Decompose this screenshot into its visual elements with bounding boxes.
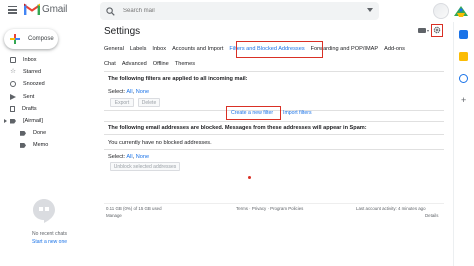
blocked-heading: The following email addresses are blocke… [108, 125, 367, 131]
select-none-link[interactable]: None [136, 154, 149, 160]
top-bar: Gmail [0, 0, 474, 22]
compose-label: Compose [28, 36, 54, 42]
import-filters-link[interactable]: Import filters [283, 110, 312, 116]
select-all-link[interactable]: All [126, 89, 132, 95]
tab-labels[interactable]: Labels [130, 46, 146, 52]
sidebar-item-inbox[interactable]: Inbox [0, 54, 95, 66]
label-icon [10, 118, 16, 124]
compose-plus-icon [10, 34, 20, 44]
loading-dot [248, 176, 251, 179]
sidebar-item-label: Sent [23, 93, 35, 100]
tab-chat[interactable]: Chat [104, 61, 116, 67]
gmail-m-icon [24, 3, 40, 15]
main-menu-icon[interactable] [8, 6, 17, 14]
manage-storage-link[interactable]: Manage [106, 213, 122, 218]
sidebar-item-label: Starred [23, 69, 42, 76]
select-none-link[interactable]: None [136, 89, 149, 95]
tab-accounts-import[interactable]: Accounts and Import [172, 46, 223, 52]
add-addon-icon[interactable]: + [461, 96, 466, 105]
label-icon [20, 130, 26, 136]
gmail-logo[interactable]: Gmail [24, 3, 67, 15]
account-avatar[interactable] [433, 3, 449, 19]
hangouts-icon [33, 199, 55, 223]
filters-select-row: Select: All, None [108, 89, 150, 95]
select-label: Select: [108, 89, 126, 95]
star-icon: ☆ [10, 68, 16, 76]
create-filter-link[interactable]: Create a new filter [231, 110, 273, 116]
storage-usage: 0.11 GB (0%) of 15 GB used [106, 206, 162, 211]
app-name: Gmail [42, 3, 68, 15]
label-icon [20, 142, 26, 148]
sidebar-item-sent[interactable]: Sent [0, 91, 95, 103]
keep-icon[interactable] [459, 52, 468, 61]
page-title: Settings [104, 26, 141, 37]
chevron-down-icon[interactable] [427, 30, 429, 32]
clock-icon [10, 81, 16, 88]
blocked-select-row: Select: All, None [108, 154, 150, 160]
start-new-chat-link[interactable]: Start a new one [32, 239, 67, 245]
gear-icon[interactable] [433, 26, 441, 34]
tab-advanced[interactable]: Advanced [122, 61, 147, 67]
search-icon[interactable] [106, 6, 115, 16]
send-icon [10, 93, 16, 100]
footer-links[interactable]: Terms · Privacy · Program Policies [236, 206, 303, 211]
delete-button[interactable]: Delete [138, 98, 160, 107]
unblock-button[interactable]: Unblock selected addresses [110, 162, 180, 171]
draft-icon [10, 105, 15, 112]
select-label: Select: [108, 154, 126, 160]
export-button[interactable]: Export [110, 98, 134, 107]
sidebar-item-drafts[interactable]: Drafts [0, 103, 95, 115]
sidebar-item-done[interactable]: Done [0, 127, 95, 139]
tab-inbox[interactable]: Inbox [152, 46, 166, 52]
sidebar-item-memo[interactable]: Memo [0, 139, 95, 151]
sidebar-item-starred[interactable]: ☆ Starred [0, 66, 95, 78]
inbox-icon [10, 57, 16, 64]
divider [104, 149, 444, 150]
sidebar-item-label: [Airmail] [23, 118, 43, 125]
divider [104, 121, 444, 122]
side-panel-divider [453, 22, 454, 266]
sidebar-item-airmail[interactable]: [Airmail] [0, 115, 95, 127]
tab-offline[interactable]: Offline [153, 61, 169, 67]
keyboard-icon[interactable] [418, 28, 426, 33]
no-blocked-text: You currently have no blocked addresses. [108, 140, 212, 146]
filters-heading: The following filters are applied to all… [108, 76, 248, 82]
expand-caret-icon[interactable] [4, 118, 7, 123]
select-all-link[interactable]: All [126, 154, 132, 160]
divider [104, 71, 444, 72]
divider [104, 134, 444, 135]
sidebar-item-label: Memo [33, 142, 49, 149]
details-link[interactable]: Details [425, 213, 438, 218]
calendar-icon[interactable] [459, 30, 468, 39]
tasks-icon[interactable] [459, 74, 468, 83]
footer-divider [104, 203, 444, 204]
settings-tabs-row2: Chat Advanced Offline Themes [104, 61, 201, 67]
tab-general[interactable]: General [104, 46, 124, 52]
search-bar[interactable] [100, 2, 379, 20]
organization-logo-icon[interactable] [452, 2, 470, 20]
search-options-icon[interactable] [367, 8, 373, 12]
search-input[interactable] [123, 8, 343, 14]
no-recent-chats-text: No recent chats [32, 231, 68, 237]
sidebar-item-label: Snoozed [23, 81, 45, 88]
tab-themes[interactable]: Themes [175, 61, 195, 67]
tab-add-ons[interactable]: Add-ons [384, 46, 405, 52]
sidebar-item-label: Done [33, 130, 47, 137]
active-tab-highlight-box [236, 41, 323, 58]
sidebar-item-label: Drafts [22, 105, 37, 112]
sidebar-nav: Inbox ☆ Starred Snoozed Sent Drafts [Air… [0, 54, 95, 152]
last-activity: Last account activity: 4 minutes ago [356, 206, 426, 211]
sidebar-item-snoozed[interactable]: Snoozed [0, 78, 95, 90]
sidebar-item-label: Inbox [23, 57, 37, 64]
compose-button[interactable]: Compose [4, 29, 58, 49]
